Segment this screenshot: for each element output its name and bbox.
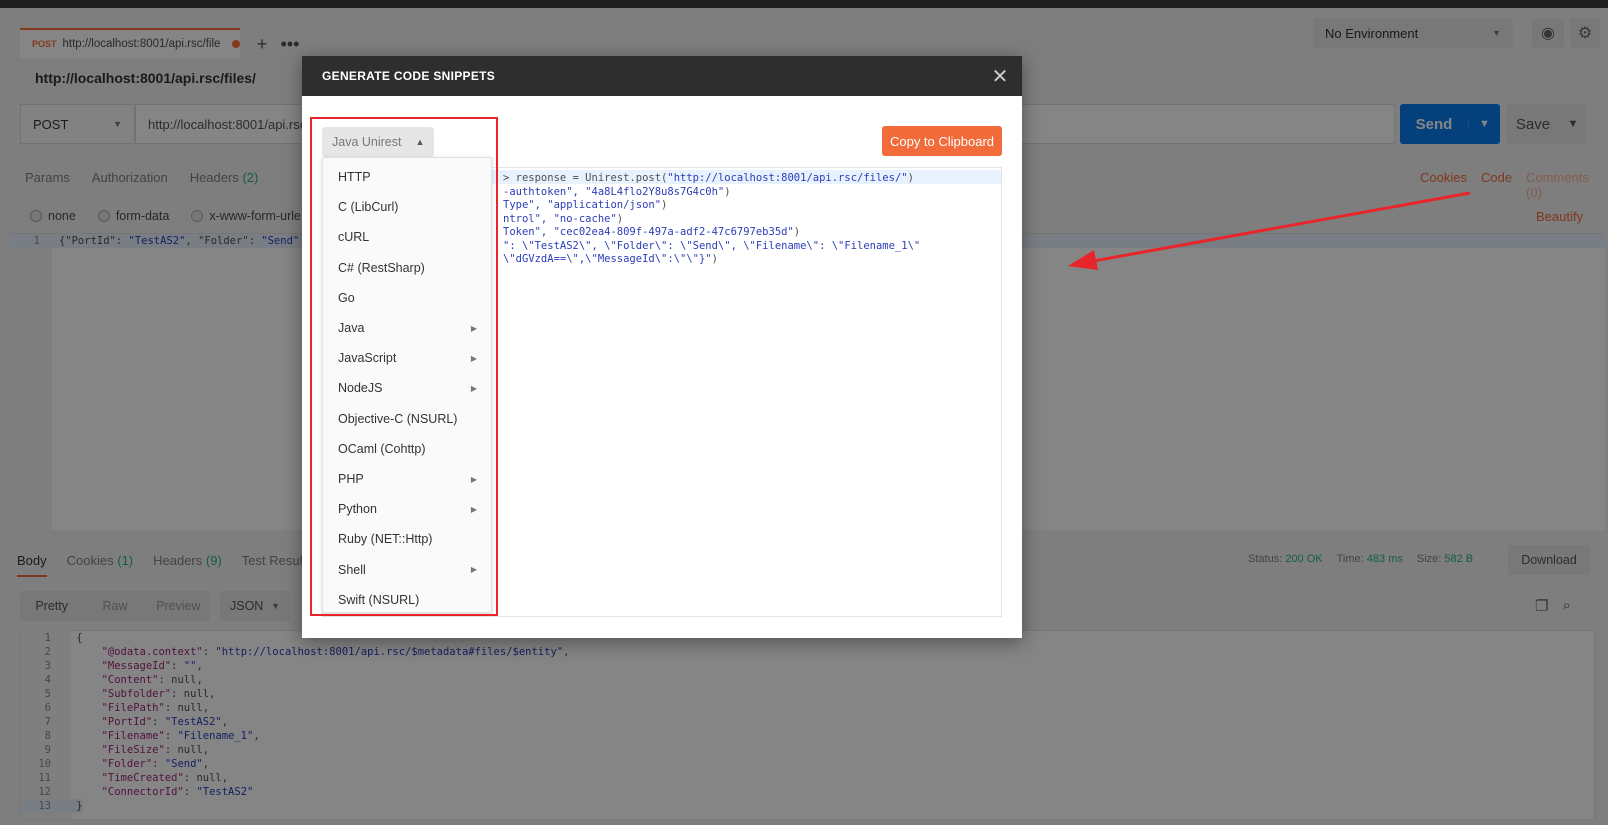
snippet-code-line: Token", "cec02ea4-809f-497a-adf2-47c6797… bbox=[503, 225, 800, 239]
code-punct: ) bbox=[793, 226, 801, 238]
code-punct: ) bbox=[724, 185, 731, 198]
code-punct: ) bbox=[907, 172, 914, 184]
code-string: Type", "application/json" bbox=[503, 199, 662, 211]
annotation-arrow-shaft bbox=[1087, 191, 1471, 264]
snippet-code-line: ntrol", "no-cache") bbox=[503, 212, 623, 226]
snippet-code-line: Type", "application/json") bbox=[503, 198, 667, 212]
code-punct: ) bbox=[661, 199, 668, 211]
code-string: ntrol", "no-cache" bbox=[503, 212, 617, 225]
snippet-code-line: ": \"TestAS2\", \"Folder\": \"Send\", \"… bbox=[503, 239, 920, 253]
code-text: > response = Unirest.post( bbox=[503, 172, 668, 184]
snippet-code-line: -authtoken", "4a8L4flo2Y8u8s7G4c0h") bbox=[503, 185, 731, 199]
code-punct: ) bbox=[616, 212, 624, 225]
modal-title: GENERATE CODE SNIPPETS bbox=[322, 69, 496, 83]
annotation-highlight-box bbox=[310, 117, 498, 616]
snippet-code-line: \"dGVzdA==\",\"MessageId\":\"\"}") bbox=[503, 252, 718, 266]
code-string: Token", "cec02ea4-809f-497a-adf2-47c6797… bbox=[503, 226, 794, 238]
code-string: \"dGVzdA==\",\"MessageId\":\"\"}" bbox=[503, 253, 712, 265]
code-string: ": \"TestAS2\", \"Folder\": \"Send\", \"… bbox=[503, 239, 921, 252]
copy-to-clipboard-button[interactable]: Copy to Clipboard bbox=[882, 126, 1002, 156]
code-string: -authtoken", "4a8L4flo2Y8u8s7G4c0h" bbox=[503, 185, 725, 198]
snippet-code-line: > response = Unirest.post("http://localh… bbox=[503, 171, 914, 185]
modal-header: GENERATE CODE SNIPPETS ✕ bbox=[302, 56, 1022, 96]
annotation-arrow-icon bbox=[1068, 191, 1471, 270]
annotation-arrow-head bbox=[1068, 250, 1098, 270]
code-string: "http://localhost:8001/api.rsc/files/" bbox=[667, 172, 908, 184]
close-icon[interactable]: ✕ bbox=[990, 64, 1010, 89]
code-punct: ) bbox=[711, 253, 718, 265]
